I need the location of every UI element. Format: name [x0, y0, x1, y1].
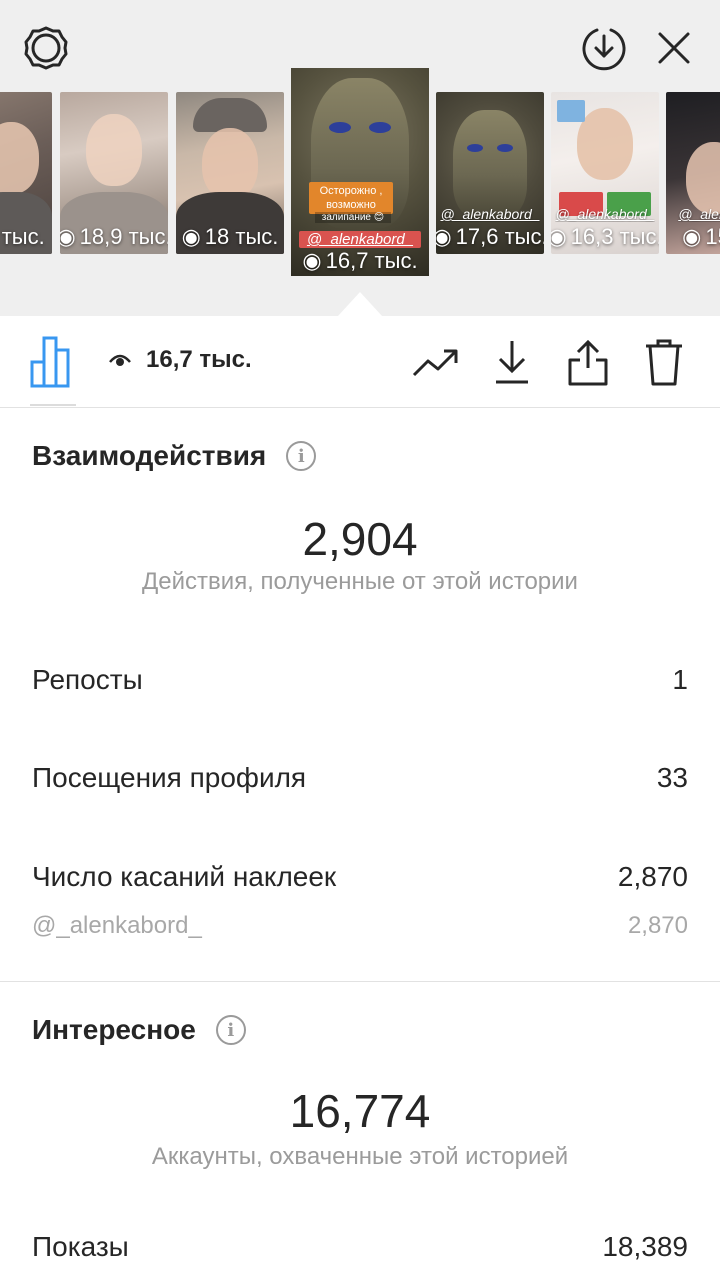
trash-icon[interactable]: [638, 336, 690, 388]
eye-icon: ◉: [682, 224, 702, 249]
active-tab-indicator: [30, 404, 76, 406]
story-thumbnail[interactable]: ◉ 18,9 тыс.: [60, 92, 168, 254]
story-sticker: Осторожно , возможно: [309, 182, 393, 214]
close-icon[interactable]: [648, 22, 700, 74]
thumbnail-tag: @_alenkabord_: [555, 206, 655, 222]
discovery-heading: Интересное i: [32, 1014, 246, 1046]
metric-row-sticker-taps: Число касаний наклеек 2,870: [32, 861, 688, 892]
thumbnail-views: ◉ 18,9 тыс.: [60, 224, 168, 250]
metric-row-reposts: Репосты 1: [32, 664, 688, 695]
thumbnail-views: ◉ 18 тыс.: [181, 224, 279, 249]
info-icon[interactable]: i: [215, 1015, 246, 1045]
story-thumbnail[interactable]: @_alenk ◉15: [666, 92, 720, 254]
toolbar-views-count: 16,7 тыс.: [108, 346, 252, 374]
thumbnail-tag: @_alenk: [678, 206, 720, 222]
thumbnail-views: ◉ 17,6 тыс.: [436, 224, 544, 250]
selected-story-views: ◉ 16,7 тыс.: [302, 248, 418, 273]
thumbnail-tag: @_alenkabord_: [440, 206, 540, 222]
settings-gear-icon[interactable]: [20, 22, 72, 74]
eye-icon: ◉: [551, 224, 567, 249]
discovery-caption: Аккаунты, охваченные этой историей: [151, 1143, 569, 1170]
story-thumbnail[interactable]: ◉ 18 тыс.: [176, 92, 284, 254]
eye-icon: ◉: [181, 224, 201, 249]
story-thumbnail[interactable]: @_alenkabord_ ◉ 16,3 тыс.: [551, 92, 659, 254]
selected-story-pointer: [338, 292, 382, 316]
story-thumbnail[interactable]: ,6 тыс.: [0, 92, 52, 254]
metric-subrow-sticker-account: @_alenkabord_ 2,870: [32, 912, 688, 939]
eye-icon: ◉: [302, 248, 322, 273]
eye-icon: ◉: [436, 224, 452, 249]
info-icon[interactable]: i: [286, 441, 317, 471]
share-icon[interactable]: [562, 336, 614, 388]
interactions-caption: Действия, полученные от этой истории: [142, 568, 578, 595]
insights-toolbar: 16,7 тыс.: [0, 316, 720, 408]
interactions-heading: Взаимодействия i: [32, 440, 317, 472]
trending-icon[interactable]: [410, 336, 462, 388]
eye-icon: [109, 354, 131, 366]
selected-story-thumbnail[interactable]: Осторожно , возможно залипание 😊 @_alenk…: [291, 68, 429, 276]
story-carousel-area: ,6 тыс. ◉18,9 тыс. ◉18 тыс. @_alenkabord…: [0, 0, 720, 316]
story-sticker-subtext: залипание 😊: [315, 212, 391, 223]
mention-sticker: @_alenkabord_: [299, 231, 421, 248]
bar-chart-icon[interactable]: [28, 334, 80, 388]
section-divider: [0, 981, 720, 982]
interactions-total: 2,904: [302, 513, 418, 565]
eye-icon: ◉: [60, 224, 76, 249]
metric-row-impressions: Показы 18,389: [32, 1231, 688, 1262]
discovery-total: 16,774: [289, 1085, 431, 1137]
thumbnail-views: ◉15: [682, 224, 720, 249]
story-thumbnail[interactable]: @_alenkabord_ ◉ 17,6 тыс.: [436, 92, 544, 254]
download-circle-icon[interactable]: [578, 22, 630, 74]
thumbnail-views: ,6 тыс.: [0, 224, 45, 249]
metric-row-profile-visits: Посещения профиля 33: [32, 762, 688, 793]
download-icon[interactable]: [486, 336, 538, 388]
thumbnail-views: ◉ 16,3 тыс.: [551, 224, 659, 250]
